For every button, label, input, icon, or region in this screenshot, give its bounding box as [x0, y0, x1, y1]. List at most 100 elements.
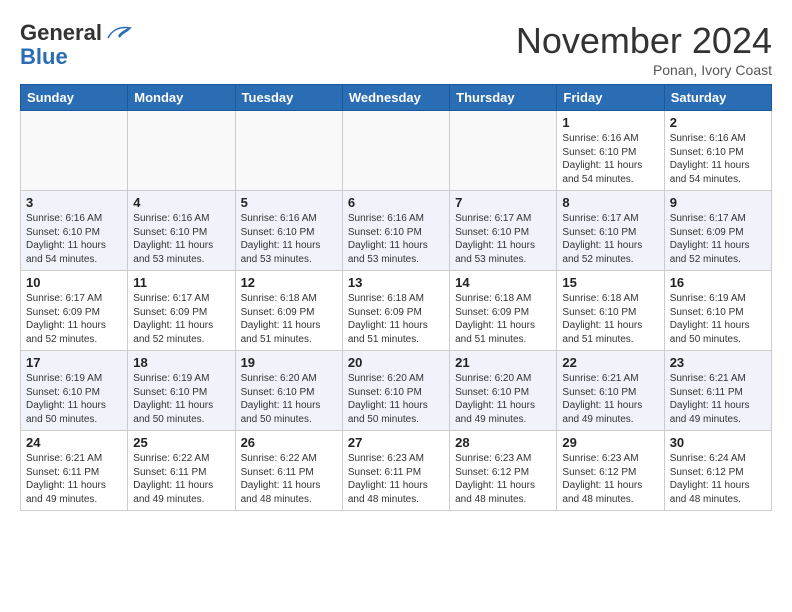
day-detail: Sunrise: 6:18 AM Sunset: 6:09 PM Dayligh…: [455, 292, 551, 346]
calendar-week-4: 17Sunrise: 6:19 AM Sunset: 6:10 PM Dayli…: [21, 351, 772, 431]
day-number: 9: [670, 195, 766, 210]
location-subtitle: Ponan, Ivory Coast: [516, 62, 772, 78]
day-detail: Sunrise: 6:17 AM Sunset: 6:10 PM Dayligh…: [562, 212, 658, 266]
day-number: 20: [348, 355, 444, 370]
logo-blue: Blue: [20, 46, 132, 68]
day-number: 24: [26, 435, 122, 450]
calendar-cell: 22 Sunrise: 6:21 AM Sunset: 6:10 PM Dayli…: [557, 351, 664, 431]
calendar-cell: 8 Sunrise: 6:17 AM Sunset: 6:10 PM Daylig…: [557, 191, 664, 271]
calendar-cell: 12 Sunrise: 6:18 AM Sunset: 6:09 PM Dayli…: [235, 271, 342, 351]
day-detail: Sunrise: 6:23 AM Sunset: 6:12 PM Dayligh…: [562, 452, 658, 506]
calendar-cell: 23 Sunrise: 6:21 AM Sunset: 6:11 PM Dayli…: [664, 351, 771, 431]
calendar-cell: [21, 111, 128, 191]
day-detail: Sunrise: 6:23 AM Sunset: 6:11 PM Dayligh…: [348, 452, 444, 506]
calendar-cell: 20 Sunrise: 6:20 AM Sunset: 6:10 PM Dayli…: [342, 351, 449, 431]
calendar-cell: 11 Sunrise: 6:17 AM Sunset: 6:09 PM Dayli…: [128, 271, 235, 351]
calendar-cell: 29 Sunrise: 6:23 AM Sunset: 6:12 PM Dayli…: [557, 431, 664, 511]
day-detail: Sunrise: 6:19 AM Sunset: 6:10 PM Dayligh…: [133, 372, 229, 426]
calendar-week-2: 3 Sunrise: 6:16 AM Sunset: 6:10 PM Daylig…: [21, 191, 772, 271]
day-number: 19: [241, 355, 337, 370]
calendar-cell: 16Sunrise: 6:19 AM Sunset: 6:10 PM Dayli…: [664, 271, 771, 351]
day-number: 7: [455, 195, 551, 210]
calendar-cell: 4 Sunrise: 6:16 AM Sunset: 6:10 PM Daylig…: [128, 191, 235, 271]
col-tuesday: Tuesday: [235, 85, 342, 111]
col-thursday: Thursday: [450, 85, 557, 111]
col-saturday: Saturday: [664, 85, 771, 111]
day-number: 25: [133, 435, 229, 450]
day-detail: Sunrise: 6:24 AM Sunset: 6:12 PM Dayligh…: [670, 452, 766, 506]
day-number: 10: [26, 275, 122, 290]
day-number: 21: [455, 355, 551, 370]
calendar-cell: [342, 111, 449, 191]
day-number: 2: [670, 115, 766, 130]
calendar-cell: 3 Sunrise: 6:16 AM Sunset: 6:10 PM Daylig…: [21, 191, 128, 271]
calendar-week-5: 24 Sunrise: 6:21 AM Sunset: 6:11 PM Dayli…: [21, 431, 772, 511]
calendar-cell: 19Sunrise: 6:20 AM Sunset: 6:10 PM Dayli…: [235, 351, 342, 431]
calendar-cell: [235, 111, 342, 191]
title-block: November 2024 Ponan, Ivory Coast: [516, 20, 772, 78]
calendar-cell: 17Sunrise: 6:19 AM Sunset: 6:10 PM Dayli…: [21, 351, 128, 431]
day-detail: Sunrise: 6:23 AM Sunset: 6:12 PM Dayligh…: [455, 452, 551, 506]
day-detail: Sunrise: 6:19 AM Sunset: 6:10 PM Dayligh…: [26, 372, 122, 426]
logo-general: General: [20, 20, 102, 46]
calendar-week-3: 10 Sunrise: 6:17 AM Sunset: 6:09 PM Dayli…: [21, 271, 772, 351]
day-number: 28: [455, 435, 551, 450]
day-detail: Sunrise: 6:16 AM Sunset: 6:10 PM Dayligh…: [562, 132, 658, 186]
calendar-cell: 30Sunrise: 6:24 AM Sunset: 6:12 PM Dayli…: [664, 431, 771, 511]
day-number: 22: [562, 355, 658, 370]
day-number: 1: [562, 115, 658, 130]
calendar-cell: 9Sunrise: 6:17 AM Sunset: 6:09 PM Daylig…: [664, 191, 771, 271]
day-detail: Sunrise: 6:18 AM Sunset: 6:10 PM Dayligh…: [562, 292, 658, 346]
day-number: 18: [133, 355, 229, 370]
calendar-cell: 25 Sunrise: 6:22 AM Sunset: 6:11 PM Dayli…: [128, 431, 235, 511]
col-sunday: Sunday: [21, 85, 128, 111]
calendar-cell: 10Sunrise: 6:17 AM Sunset: 6:09 PM Dayli…: [21, 271, 128, 351]
day-number: 11: [133, 275, 229, 290]
day-detail: Sunrise: 6:17 AM Sunset: 6:09 PM Dayligh…: [133, 292, 229, 346]
day-detail: Sunrise: 6:16 AM Sunset: 6:10 PM Dayligh…: [133, 212, 229, 266]
day-number: 27: [348, 435, 444, 450]
calendar-cell: 14Sunrise: 6:18 AM Sunset: 6:09 PM Dayli…: [450, 271, 557, 351]
day-detail: Sunrise: 6:18 AM Sunset: 6:09 PM Dayligh…: [348, 292, 444, 346]
day-number: 3: [26, 195, 122, 210]
calendar-header-row: Sunday Monday Tuesday Wednesday Thursday…: [21, 85, 772, 111]
day-detail: Sunrise: 6:20 AM Sunset: 6:10 PM Dayligh…: [348, 372, 444, 426]
day-number: 29: [562, 435, 658, 450]
day-detail: Sunrise: 6:18 AM Sunset: 6:09 PM Dayligh…: [241, 292, 337, 346]
day-detail: Sunrise: 6:21 AM Sunset: 6:11 PM Dayligh…: [26, 452, 122, 506]
day-detail: Sunrise: 6:16 AM Sunset: 6:10 PM Dayligh…: [241, 212, 337, 266]
day-number: 8: [562, 195, 658, 210]
month-title: November 2024: [516, 20, 772, 62]
calendar-cell: [128, 111, 235, 191]
day-number: 15: [562, 275, 658, 290]
calendar-cell: [450, 111, 557, 191]
day-detail: Sunrise: 6:19 AM Sunset: 6:10 PM Dayligh…: [670, 292, 766, 346]
day-detail: Sunrise: 6:21 AM Sunset: 6:11 PM Dayligh…: [670, 372, 766, 426]
calendar-cell: 5Sunrise: 6:16 AM Sunset: 6:10 PM Daylig…: [235, 191, 342, 271]
day-detail: Sunrise: 6:16 AM Sunset: 6:10 PM Dayligh…: [348, 212, 444, 266]
calendar-cell: 27 Sunrise: 6:23 AM Sunset: 6:11 PM Dayli…: [342, 431, 449, 511]
day-number: 6: [348, 195, 444, 210]
col-monday: Monday: [128, 85, 235, 111]
header: General Blue November 2024 Ponan, Ivory …: [20, 20, 772, 78]
calendar-cell: 1 Sunrise: 6:16 AM Sunset: 6:10 PM Daylig…: [557, 111, 664, 191]
day-detail: Sunrise: 6:16 AM Sunset: 6:10 PM Dayligh…: [26, 212, 122, 266]
calendar-week-1: 1 Sunrise: 6:16 AM Sunset: 6:10 PM Daylig…: [21, 111, 772, 191]
day-detail: Sunrise: 6:17 AM Sunset: 6:10 PM Dayligh…: [455, 212, 551, 266]
day-detail: Sunrise: 6:22 AM Sunset: 6:11 PM Dayligh…: [133, 452, 229, 506]
calendar-cell: 7 Sunrise: 6:17 AM Sunset: 6:10 PM Daylig…: [450, 191, 557, 271]
calendar-cell: 28 Sunrise: 6:23 AM Sunset: 6:12 PM Dayli…: [450, 431, 557, 511]
calendar-cell: 21 Sunrise: 6:20 AM Sunset: 6:10 PM Dayli…: [450, 351, 557, 431]
calendar-cell: 6 Sunrise: 6:16 AM Sunset: 6:10 PM Daylig…: [342, 191, 449, 271]
col-friday: Friday: [557, 85, 664, 111]
day-detail: Sunrise: 6:22 AM Sunset: 6:11 PM Dayligh…: [241, 452, 337, 506]
day-number: 12: [241, 275, 337, 290]
calendar-cell: 18 Sunrise: 6:19 AM Sunset: 6:10 PM Dayli…: [128, 351, 235, 431]
day-number: 4: [133, 195, 229, 210]
col-wednesday: Wednesday: [342, 85, 449, 111]
day-detail: Sunrise: 6:20 AM Sunset: 6:10 PM Dayligh…: [455, 372, 551, 426]
calendar-cell: 24 Sunrise: 6:21 AM Sunset: 6:11 PM Dayli…: [21, 431, 128, 511]
calendar-cell: 15 Sunrise: 6:18 AM Sunset: 6:10 PM Dayli…: [557, 271, 664, 351]
day-detail: Sunrise: 6:21 AM Sunset: 6:10 PM Dayligh…: [562, 372, 658, 426]
day-number: 23: [670, 355, 766, 370]
